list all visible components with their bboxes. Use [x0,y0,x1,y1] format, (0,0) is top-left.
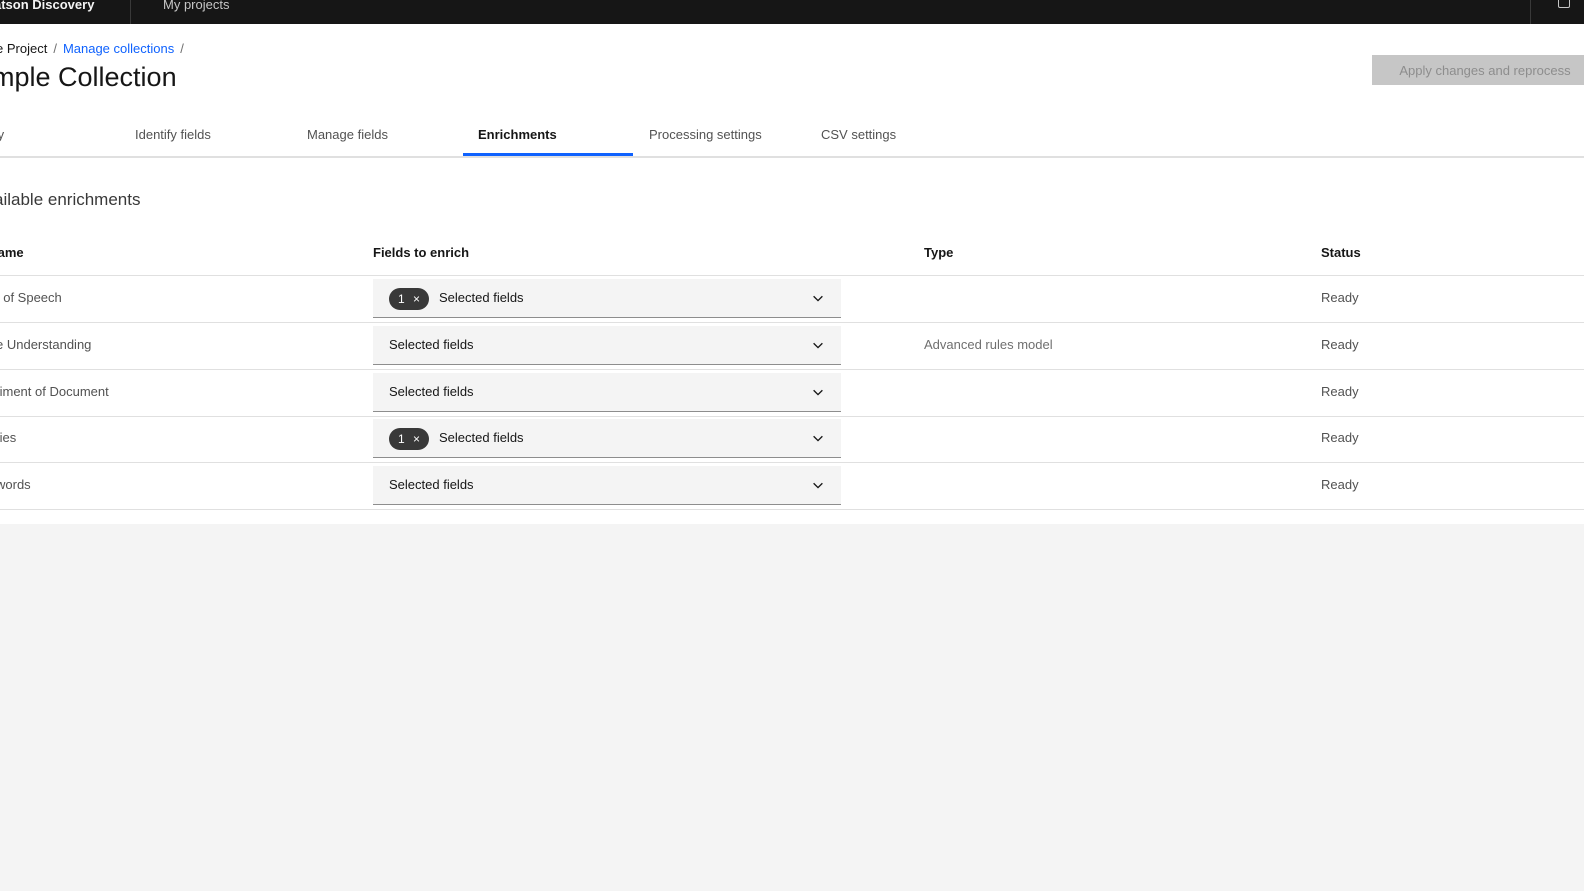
chevron-down-icon [813,389,823,396]
tab-list: ty Identify fields Manage fields Enrichm… [0,120,1584,158]
status-text: Ready [1321,477,1359,492]
section-title: ailable enrichments [0,190,141,209]
dropdown-label: Selected fields [439,290,524,305]
chevron-down-icon [813,482,823,489]
fields-dropdown[interactable]: 1 × Selected fields [373,279,841,318]
enrichment-name: words [0,477,31,492]
status-text: Ready [1321,384,1359,399]
table-row: e Understanding Selected fields Advanced… [0,323,1584,370]
status-text: Ready [1321,430,1359,445]
table-row: ties 1 × Selected fields Ready [0,416,1584,463]
chevron-down-icon [813,435,823,442]
enrichment-type: Advanced rules model [924,337,1053,352]
column-header-type: Type [924,245,954,260]
status-text: Ready [1321,337,1359,352]
dropdown-label: Selected fields [389,337,474,352]
breadcrumb: e Project / Manage collections / [0,41,190,56]
tag-count: 1 [398,432,405,446]
page-header: e Project / Manage collections / mple Colle… [0,24,1584,172]
table-row: timent of Document Selected fields Ready [0,370,1584,417]
enrichment-name: t of Speech [0,290,62,305]
enrichment-name: e Understanding [0,337,92,352]
product-name[interactable]: atson Discovery [0,0,94,12]
topbar-divider [130,0,131,24]
tab-processing-settings[interactable]: Processing settings [649,127,762,142]
tab-activity[interactable]: ty [0,127,4,142]
breadcrumb-manage-collections[interactable]: Manage collections [63,41,174,56]
apply-changes-button[interactable]: Apply changes and reprocess [1372,55,1584,85]
breadcrumb-separator: / [53,41,57,56]
my-projects-link[interactable]: My projects [163,0,229,12]
selected-count-tag[interactable]: 1 × [389,288,429,310]
tab-csv-settings[interactable]: CSV settings [821,127,896,142]
dropdown-label: Selected fields [389,384,474,399]
enrichment-name: ties [0,430,17,445]
fields-dropdown[interactable]: Selected fields [373,373,841,412]
topbar-divider-right [1530,0,1531,24]
tab-manage-fields[interactable]: Manage fields [307,127,388,142]
column-header-name: lame [0,245,24,260]
fields-dropdown[interactable]: 1 × Selected fields [373,419,841,458]
tab-identify-fields[interactable]: Identify fields [135,127,211,142]
close-icon[interactable]: × [413,428,420,450]
dropdown-label: Selected fields [389,477,474,492]
dropdown-label: Selected fields [439,430,524,445]
fields-dropdown[interactable]: Selected fields [373,326,841,365]
chevron-down-icon [813,295,823,302]
column-header-fields: Fields to enrich [373,245,470,260]
chevron-down-icon [813,342,823,349]
tab-enrichments[interactable]: Enrichments [478,127,557,142]
selected-count-tag[interactable]: 1 × [389,428,429,450]
column-header-status: Status [1321,245,1361,260]
tag-count: 1 [398,292,405,306]
page-title: mple Collection [0,62,177,92]
status-text: Ready [1321,290,1359,305]
table-row: t of Speech 1 × Selected fields Ready [0,276,1584,323]
enrichments-panel: ailable enrichments lame Fields to enric… [0,172,1584,524]
breadcrumb-project[interactable]: e Project [0,41,47,56]
close-icon[interactable]: × [413,288,420,310]
table-row: words Selected fields Ready [0,463,1584,510]
top-navigation-bar: atson Discovery My projects [0,0,1584,24]
user-icon[interactable] [1558,0,1570,8]
enrichment-name: timent of Document [0,384,109,399]
breadcrumb-separator: / [180,41,184,56]
active-tab-indicator [463,153,633,156]
fields-dropdown[interactable]: Selected fields [373,466,841,505]
